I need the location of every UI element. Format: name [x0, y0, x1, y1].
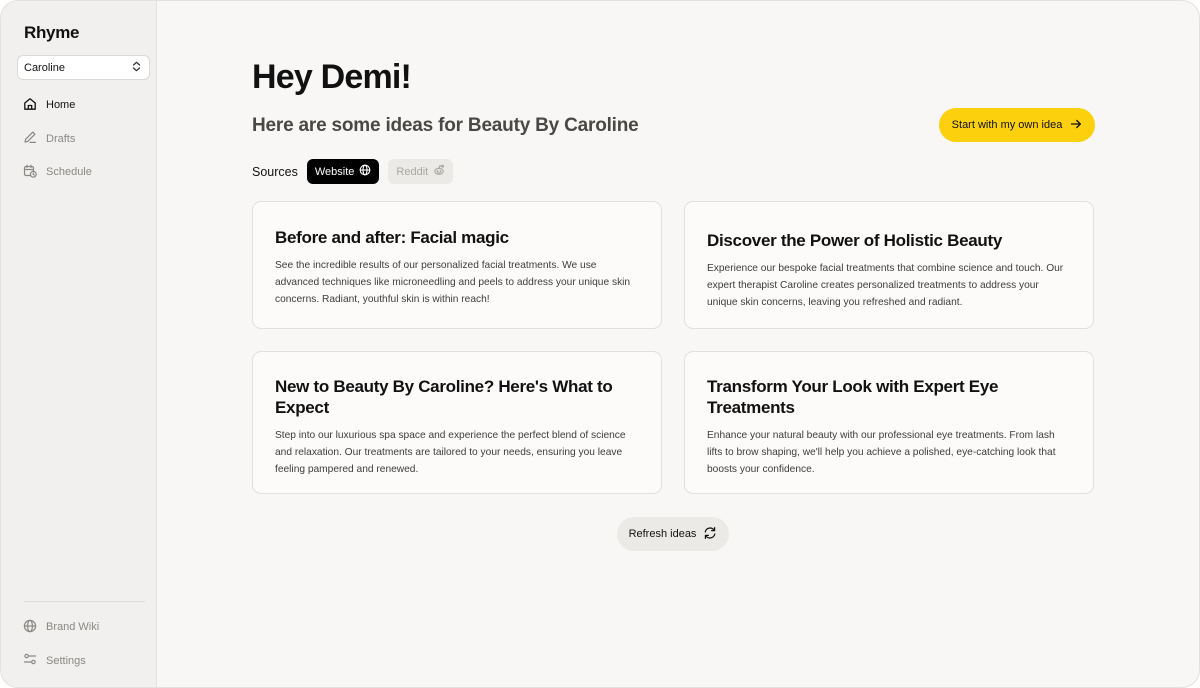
sidebar: Rhyme Caroline Home Drafts Schedule Bran… — [1, 1, 157, 687]
sidebar-item-label: Drafts — [46, 132, 76, 145]
start-own-idea-button[interactable]: Start with my own idea — [939, 108, 1095, 142]
sliders-icon — [23, 652, 37, 669]
sidebar-item-label: Brand Wiki — [46, 621, 100, 633]
idea-card[interactable]: Transform Your Look with Expert Eye Trea… — [684, 351, 1094, 494]
reddit-icon — [433, 164, 445, 179]
account-select-value: Caroline — [24, 61, 65, 74]
main-content: Hey Demi! Here are some ideas for Beauty… — [157, 1, 1199, 687]
sidebar-item-schedule[interactable]: Schedule — [17, 160, 147, 184]
idea-card-title: Discover the Power of Holistic Beauty — [707, 231, 1002, 250]
refresh-icon — [703, 526, 717, 543]
sidebar-divider — [24, 601, 145, 602]
globe-icon — [23, 619, 37, 636]
sidebar-item-label: Settings — [46, 654, 86, 667]
source-chip-label: Reddit — [396, 165, 429, 178]
calendar-clock-icon — [23, 164, 37, 181]
idea-card[interactable]: Discover the Power of Holistic Beauty Ex… — [684, 201, 1094, 329]
idea-card-title: New to Beauty By Caroline? Here's What t… — [275, 377, 613, 417]
sidebar-item-label: Schedule — [46, 166, 92, 178]
globe-icon — [359, 164, 371, 179]
refresh-ideas-label: Refresh ideas — [628, 528, 697, 540]
source-chip-reddit[interactable]: Reddit — [388, 159, 454, 184]
home-icon — [23, 97, 37, 114]
sidebar-bottom-nav: Brand Wiki Settings — [17, 615, 147, 682]
page-subtitle: Here are some ideas for Beauty By Caroli… — [252, 115, 639, 136]
app-window: Rhyme Caroline Home Drafts Schedule Bran… — [0, 0, 1200, 688]
idea-card-title: Transform Your Look with Expert Eye Trea… — [707, 377, 999, 417]
idea-card-body: See the incredible results of our person… — [275, 260, 631, 305]
sources-label: Sources — [252, 164, 298, 179]
sources-filter: Sources Website Reddit — [252, 159, 454, 184]
idea-card-title: Before and after: Facial magic — [275, 228, 509, 247]
idea-card-body: Experience our bespoke facial treatments… — [707, 263, 1064, 308]
sidebar-item-home[interactable]: Home — [17, 93, 147, 117]
idea-card-body: Step into our luxurious spa space and ex… — [275, 430, 626, 475]
sidebar-nav: Home Drafts Schedule — [17, 93, 147, 194]
idea-card-body: Enhance your natural beauty with our pro… — [707, 430, 1056, 475]
source-chip-website[interactable]: Website — [306, 159, 380, 184]
page-title: Hey Demi! — [252, 58, 412, 96]
sidebar-item-settings[interactable]: Settings — [17, 649, 147, 673]
app-logo: Rhyme — [24, 23, 80, 42]
sidebar-item-label: Home — [46, 99, 76, 111]
sidebar-item-drafts[interactable]: Drafts — [17, 127, 147, 151]
account-select[interactable]: Caroline — [17, 55, 150, 80]
source-chip-label: Website — [314, 165, 355, 178]
chevron-up-down-icon — [132, 61, 141, 75]
refresh-ideas-button[interactable]: Refresh ideas — [617, 517, 729, 551]
idea-card[interactable]: Before and after: Facial magic See the i… — [252, 201, 662, 329]
idea-card[interactable]: New to Beauty By Caroline? Here's What t… — [252, 351, 662, 494]
pencil-icon — [23, 130, 37, 147]
sidebar-item-brand-wiki[interactable]: Brand Wiki — [17, 615, 147, 639]
arrow-right-icon — [1070, 118, 1082, 133]
start-own-idea-label: Start with my own idea — [951, 119, 1063, 131]
